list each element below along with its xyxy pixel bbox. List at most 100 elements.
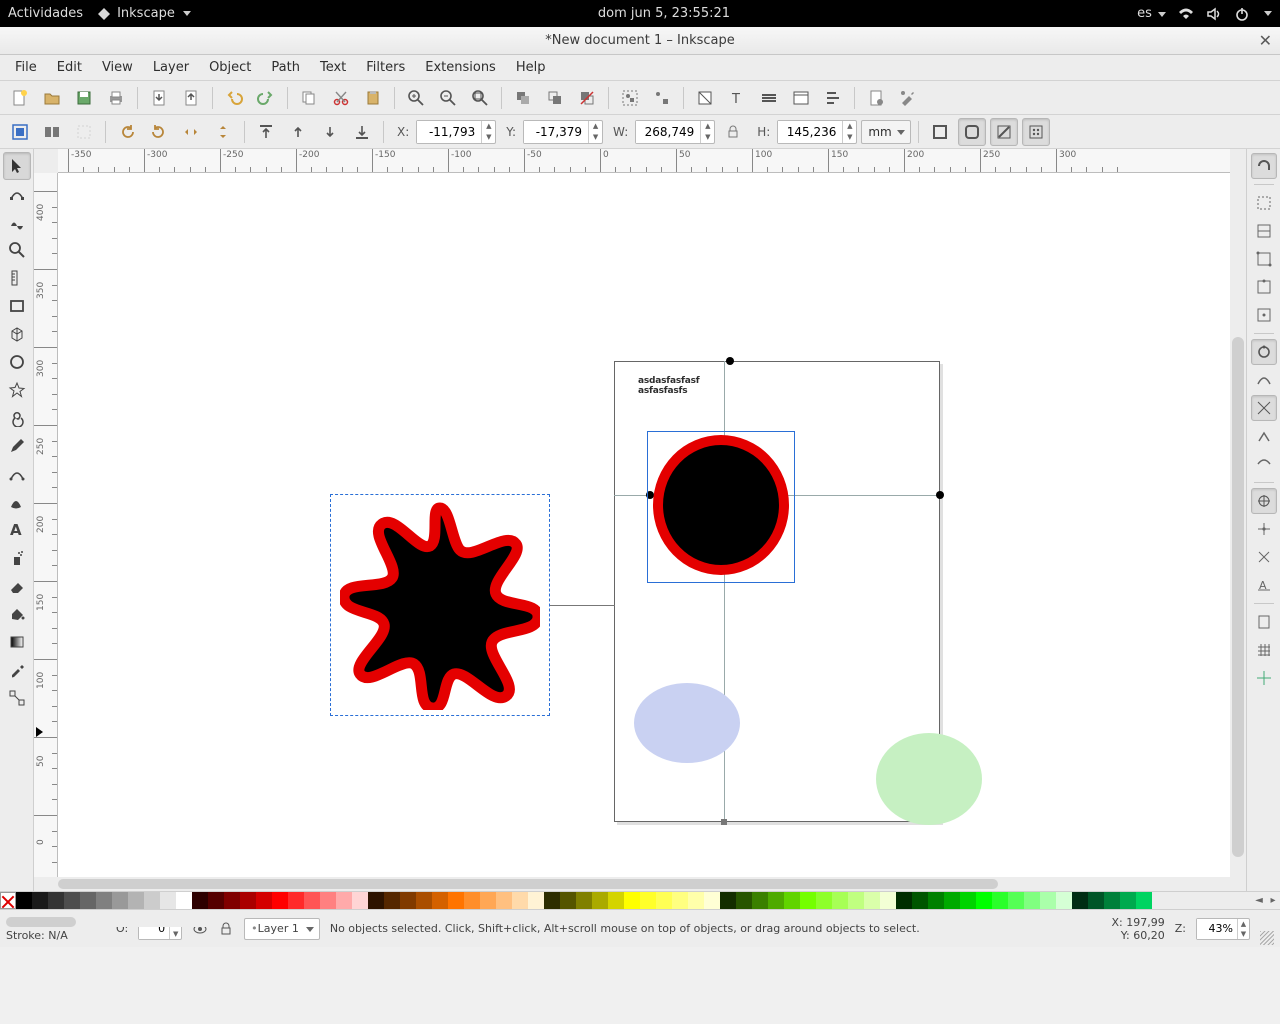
rotate-ccw-button[interactable]	[113, 118, 141, 146]
palette-swatch[interactable]	[800, 892, 816, 909]
text-dialog-button[interactable]: T	[723, 84, 751, 112]
guide-anchor-top[interactable]	[726, 357, 734, 365]
palette-swatch[interactable]	[208, 892, 224, 909]
palette-swatch[interactable]	[704, 892, 720, 909]
group-button[interactable]	[616, 84, 644, 112]
layer-select[interactable]: •Layer 1	[244, 918, 320, 940]
power-icon[interactable]	[1234, 6, 1250, 22]
lock-aspect-button[interactable]	[719, 118, 747, 146]
palette-swatch[interactable]	[176, 892, 192, 909]
snap-nodes-button[interactable]	[1251, 339, 1277, 365]
snap-enable-button[interactable]	[1251, 153, 1277, 179]
palette-swatch[interactable]	[1008, 892, 1024, 909]
select-same-button[interactable]	[38, 118, 66, 146]
zoom-in-button[interactable]	[402, 84, 430, 112]
eraser-tool[interactable]	[3, 572, 31, 600]
cut-button[interactable]	[327, 84, 355, 112]
palette-swatch[interactable]	[272, 892, 288, 909]
dropper-tool[interactable]	[3, 656, 31, 684]
paste-button[interactable]	[359, 84, 387, 112]
palette-swatch[interactable]	[1056, 892, 1072, 909]
y-input[interactable]	[524, 121, 588, 143]
volume-icon[interactable]	[1206, 6, 1222, 22]
menu-file[interactable]: File	[6, 57, 46, 78]
ellipse-tool[interactable]	[3, 348, 31, 376]
select-all-layers-button[interactable]	[6, 118, 34, 146]
gradient-tool[interactable]	[3, 628, 31, 656]
resize-grip[interactable]	[1260, 931, 1274, 945]
menu-text[interactable]: Text	[311, 57, 355, 78]
snap-bbox-center-button[interactable]	[1251, 302, 1277, 328]
y-spin[interactable]: ▲▼	[523, 120, 603, 144]
snap-smooth-node-button[interactable]	[1251, 451, 1277, 477]
h-input[interactable]	[778, 121, 842, 143]
menu-path[interactable]: Path	[262, 57, 309, 78]
horizontal-ruler[interactable]: -350-300-250-200-150-100-500501001502002…	[58, 149, 1230, 173]
layer-lock-toggle[interactable]	[218, 921, 234, 937]
guide-anchor-right[interactable]	[936, 491, 944, 499]
app-indicator[interactable]: Inkscape	[97, 6, 191, 21]
palette-swatch[interactable]	[1040, 892, 1056, 909]
palette-swatch[interactable]	[288, 892, 304, 909]
system-menu-arrow-icon[interactable]	[1264, 11, 1272, 16]
palette-swatch[interactable]	[544, 892, 560, 909]
connector-line[interactable]	[550, 605, 615, 606]
palette-swatch[interactable]	[432, 892, 448, 909]
palette-swatch[interactable]	[576, 892, 592, 909]
x-spin[interactable]: ▲▼	[416, 120, 496, 144]
menu-help[interactable]: Help	[507, 57, 555, 78]
palette-swatch[interactable]	[512, 892, 528, 909]
menu-extensions[interactable]: Extensions	[416, 57, 505, 78]
layers-dialog-button[interactable]	[755, 84, 783, 112]
duplicate-button[interactable]	[509, 84, 537, 112]
menu-view[interactable]: View	[93, 57, 142, 78]
palette-swatch[interactable]	[640, 892, 656, 909]
xml-editor-button[interactable]	[787, 84, 815, 112]
palette-swatch[interactable]	[656, 892, 672, 909]
palette-swatch[interactable]	[1088, 892, 1104, 909]
zoom-out-button[interactable]	[434, 84, 462, 112]
palette-swatch[interactable]	[880, 892, 896, 909]
star-tool[interactable]	[3, 376, 31, 404]
affect-corners-button[interactable]	[958, 118, 986, 146]
palette-swatch[interactable]	[48, 892, 64, 909]
palette-swatch[interactable]	[304, 892, 320, 909]
palette-swatch[interactable]	[416, 892, 432, 909]
palette-swatch[interactable]	[864, 892, 880, 909]
flip-horizontal-button[interactable]	[177, 118, 205, 146]
save-button[interactable]	[70, 84, 98, 112]
palette-swatch[interactable]	[624, 892, 640, 909]
palette-menu-button[interactable]: ▸	[1266, 892, 1280, 909]
palette-swatch[interactable]	[448, 892, 464, 909]
palette-swatch[interactable]	[848, 892, 864, 909]
palette-swatch[interactable]	[464, 892, 480, 909]
palette-swatch[interactable]	[1104, 892, 1120, 909]
palette-swatch[interactable]	[352, 892, 368, 909]
spray-tool[interactable]	[3, 544, 31, 572]
snap-bbox-button[interactable]	[1251, 190, 1277, 216]
palette-swatch[interactable]	[960, 892, 976, 909]
network-wifi-icon[interactable]	[1178, 6, 1194, 22]
palette-swatch[interactable]	[784, 892, 800, 909]
snap-others-button[interactable]	[1251, 488, 1277, 514]
zoom-spin[interactable]: ▲▼	[1196, 918, 1250, 940]
palette-swatch[interactable]	[976, 892, 992, 909]
stroke-value[interactable]: N/A	[48, 929, 67, 942]
palette-swatch[interactable]	[496, 892, 512, 909]
measure-tool[interactable]	[3, 264, 31, 292]
spiral-tool[interactable]	[3, 404, 31, 432]
palette-swatch[interactable]	[384, 892, 400, 909]
zoom-input[interactable]	[1197, 919, 1237, 939]
new-document-button[interactable]	[6, 84, 34, 112]
redo-button[interactable]	[252, 84, 280, 112]
clone-button[interactable]	[541, 84, 569, 112]
palette-swatch[interactable]	[688, 892, 704, 909]
activities-button[interactable]: Actividades	[8, 6, 83, 21]
palette-swatch[interactable]	[320, 892, 336, 909]
text-tool[interactable]: A	[3, 516, 31, 544]
ungroup-button[interactable]	[648, 84, 676, 112]
menu-edit[interactable]: Edit	[48, 57, 91, 78]
palette-no-color[interactable]	[0, 892, 16, 909]
palette-swatch[interactable]	[80, 892, 96, 909]
star-object[interactable]	[340, 500, 540, 710]
